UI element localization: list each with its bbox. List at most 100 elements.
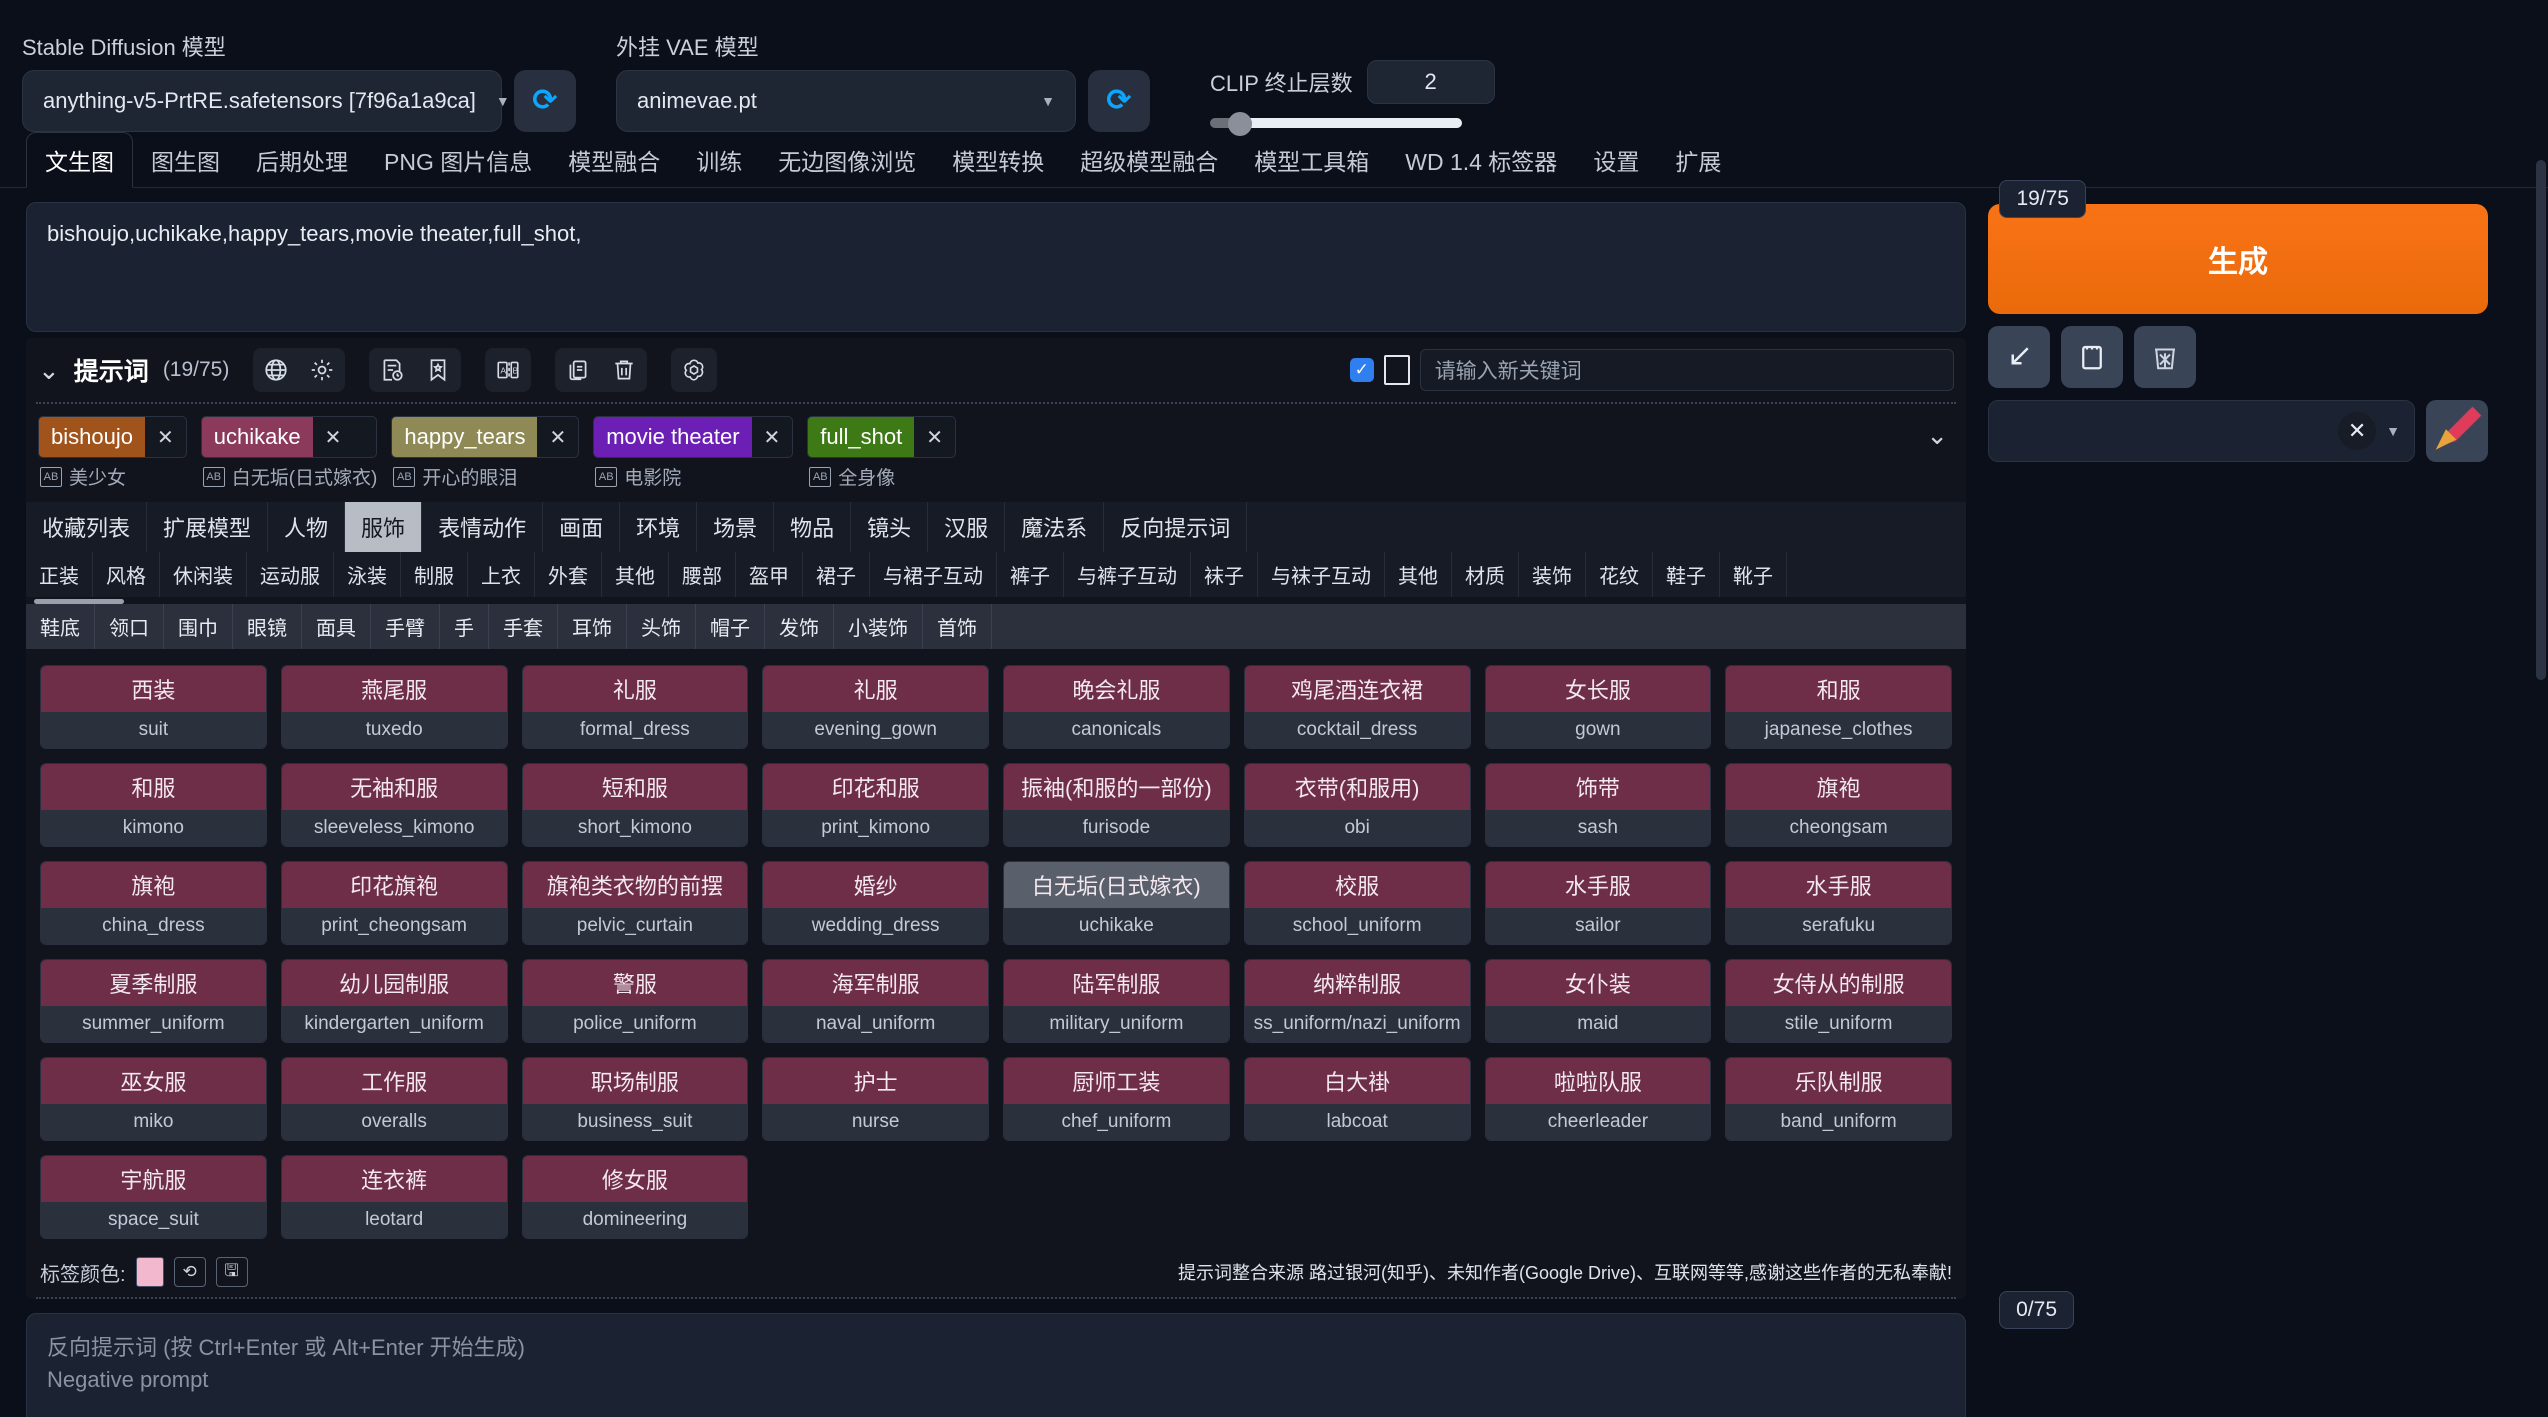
subcategory-b-0[interactable]: 鞋底: [26, 604, 95, 649]
tag-cell-20[interactable]: 白无垢(日式嫁衣) uchikake: [1003, 861, 1230, 945]
tag-cell-21[interactable]: 校服 school_uniform: [1243, 861, 1471, 945]
tag-cell-37[interactable]: 白大褂 labcoat: [1243, 1057, 1471, 1141]
main-tab-12[interactable]: 扩展: [1657, 133, 1739, 187]
tag-cell-39[interactable]: 乐队制服 band_uniform: [1725, 1057, 1952, 1141]
subcategory-a-4[interactable]: 泳装: [334, 552, 401, 597]
category-tab-9[interactable]: 镜头: [851, 502, 929, 552]
main-tab-10[interactable]: WD 1.4 标签器: [1387, 133, 1575, 187]
category-tab-7[interactable]: 场景: [697, 502, 775, 552]
tag-cell-24[interactable]: 夏季制服 summer_uniform: [40, 959, 267, 1043]
tag-cell-34[interactable]: 职场制服 business_suit: [521, 1057, 749, 1141]
tag-cell-18[interactable]: 旗袍类衣物的前摆 pelvic_curtain: [521, 861, 749, 945]
tag-cell-41[interactable]: 连衣裤 leotard: [280, 1155, 508, 1239]
tag-cell-36[interactable]: 厨师工装 chef_uniform: [1003, 1057, 1230, 1141]
subcategory-a-6[interactable]: 上衣: [468, 552, 535, 597]
main-tab-2[interactable]: 后期处理: [238, 133, 366, 187]
category-tab-8[interactable]: 物品: [774, 502, 852, 552]
tag-chip-3[interactable]: movie theater ✕: [593, 416, 794, 458]
category-tab-12[interactable]: 反向提示词: [1104, 502, 1248, 552]
tag-cell-10[interactable]: 短和服 short_kimono: [521, 763, 749, 847]
tag-cell-31[interactable]: 女侍从的制服 stile_uniform: [1725, 959, 1952, 1043]
tag-cell-9[interactable]: 无袖和服 sleeveless_kimono: [280, 763, 508, 847]
category-tab-4[interactable]: 表情动作: [422, 502, 544, 552]
remove-tag-icon[interactable]: ✕: [914, 417, 955, 457]
main-tab-11[interactable]: 设置: [1575, 133, 1657, 187]
subcategory-b-5[interactable]: 手臂: [371, 604, 440, 649]
subcategory-b-13[interactable]: 首饰: [923, 604, 992, 649]
category-tab-3[interactable]: 服饰: [345, 502, 423, 552]
subcategory-b-11[interactable]: 发饰: [765, 604, 834, 649]
tag-chip-0[interactable]: bishoujo ✕: [38, 416, 187, 458]
tag-cell-6[interactable]: 女长服 gown: [1484, 665, 1712, 749]
main-tab-1[interactable]: 图生图: [133, 133, 238, 187]
subcategory-a-15[interactable]: 袜子: [1191, 552, 1258, 597]
category-tab-6[interactable]: 环境: [620, 502, 698, 552]
tag-cell-0[interactable]: 西装 suit: [40, 665, 267, 749]
main-tab-9[interactable]: 模型工具箱: [1236, 133, 1387, 187]
gear-icon[interactable]: [299, 348, 345, 392]
main-tab-4[interactable]: 模型融合: [550, 133, 678, 187]
remove-tag-icon[interactable]: ✕: [752, 417, 793, 457]
category-tab-0[interactable]: 收藏列表: [26, 502, 148, 552]
subcategory-a-13[interactable]: 裤子: [997, 552, 1064, 597]
tag-cell-22[interactable]: 水手服 sailor: [1484, 861, 1712, 945]
tag-cell-17[interactable]: 印花旗袍 print_cheongsam: [280, 861, 508, 945]
subcategory-a-8[interactable]: 其他: [602, 552, 669, 597]
tag-cell-28[interactable]: 陆军制服 military_uniform: [1003, 959, 1230, 1043]
tag-cell-33[interactable]: 工作服 overalls: [280, 1057, 508, 1141]
tag-cell-25[interactable]: 幼儿园制服 kindergarten_uniform: [280, 959, 508, 1043]
tag-cell-29[interactable]: 纳粹制服 ss_uniform/nazi_uniform: [1243, 959, 1471, 1043]
subcategory-b-9[interactable]: 头饰: [627, 604, 696, 649]
subcategory-b-10[interactable]: 帽子: [696, 604, 765, 649]
subcategory-a-18[interactable]: 材质: [1452, 552, 1519, 597]
tag-cell-30[interactable]: 女仆装 maid: [1484, 959, 1712, 1043]
tag-cell-23[interactable]: 水手服 serafuku: [1725, 861, 1952, 945]
subcategory-b-3[interactable]: 眼镜: [233, 604, 302, 649]
prompt-textarea[interactable]: bishoujo,uchikake,happy_tears,movie thea…: [26, 202, 1966, 332]
remove-tag-icon[interactable]: ✕: [537, 417, 578, 457]
vae-model-select[interactable]: animevae.pt ▼: [616, 70, 1076, 132]
tag-cell-15[interactable]: 旗袍 cheongsam: [1725, 763, 1952, 847]
history-icon[interactable]: [369, 348, 415, 392]
subcategory-a-11[interactable]: 裙子: [803, 552, 870, 597]
tag-cell-8[interactable]: 和服 kimono: [40, 763, 267, 847]
subcategory-b-4[interactable]: 面具: [302, 604, 371, 649]
tag-cell-26[interactable]: 警服 police_uniform: [521, 959, 749, 1043]
subcategory-b-7[interactable]: 手套: [489, 604, 558, 649]
new-keyword-input[interactable]: 请输入新关键词: [1419, 349, 1955, 391]
category-tab-10[interactable]: 汉服: [928, 502, 1006, 552]
tag-cell-16[interactable]: 旗袍 china_dress: [40, 861, 267, 945]
main-tab-6[interactable]: 无边图像浏览: [760, 133, 934, 187]
subcategory-a-7[interactable]: 外套: [535, 552, 602, 597]
subcategory-a-5[interactable]: 制服: [401, 552, 468, 597]
tag-cell-12[interactable]: 振袖(和服的一部份) furisode: [1003, 763, 1230, 847]
category-tab-11[interactable]: 魔法系: [1005, 502, 1105, 552]
subcategory-b-6[interactable]: 手: [440, 604, 489, 649]
save-color-button[interactable]: 🖫: [215, 1257, 248, 1287]
slider-knob[interactable]: [1228, 112, 1252, 136]
tag-cell-40[interactable]: 宇航服 space_suit: [40, 1155, 267, 1239]
main-tab-8[interactable]: 超级模型融合: [1062, 133, 1236, 187]
main-tab-0[interactable]: 文生图: [26, 132, 133, 188]
translate-icon[interactable]: AB: [485, 348, 531, 392]
tag-cell-5[interactable]: 鸡尾酒连衣裙 cocktail_dress: [1243, 665, 1471, 749]
page-scrollbar[interactable]: [2536, 160, 2546, 680]
tag-cell-35[interactable]: 护士 nurse: [762, 1057, 989, 1141]
subcategory-a-21[interactable]: 鞋子: [1653, 552, 1720, 597]
negative-prompt-textarea[interactable]: 反向提示词 (按 Ctrl+Enter 或 Alt+Enter 开始生成) Ne…: [26, 1313, 1966, 1417]
tag-cell-1[interactable]: 燕尾服 tuxedo: [280, 665, 508, 749]
reset-color-button[interactable]: ⟲: [173, 1257, 206, 1287]
tag-cell-14[interactable]: 饰带 sash: [1484, 763, 1712, 847]
subcategory-a-9[interactable]: 腰部: [669, 552, 736, 597]
collapse-chevron-icon[interactable]: ⌄: [38, 355, 60, 386]
tag-cell-2[interactable]: 礼服 formal_dress: [521, 665, 749, 749]
tag-cell-32[interactable]: 巫女服 miko: [40, 1057, 267, 1141]
trash-icon[interactable]: [2134, 326, 2196, 388]
subcategory-b-12[interactable]: 小装饰: [834, 604, 923, 649]
trash-icon[interactable]: [601, 348, 647, 392]
tag-chip-2[interactable]: happy_tears ✕: [391, 416, 580, 458]
tag-cell-19[interactable]: 婚纱 wedding_dress: [762, 861, 989, 945]
tag-cell-38[interactable]: 啦啦队服 cheerleader: [1484, 1057, 1712, 1141]
clipboard-icon[interactable]: [2061, 326, 2123, 388]
subcategory-a-12[interactable]: 与裙子互动: [870, 552, 997, 597]
